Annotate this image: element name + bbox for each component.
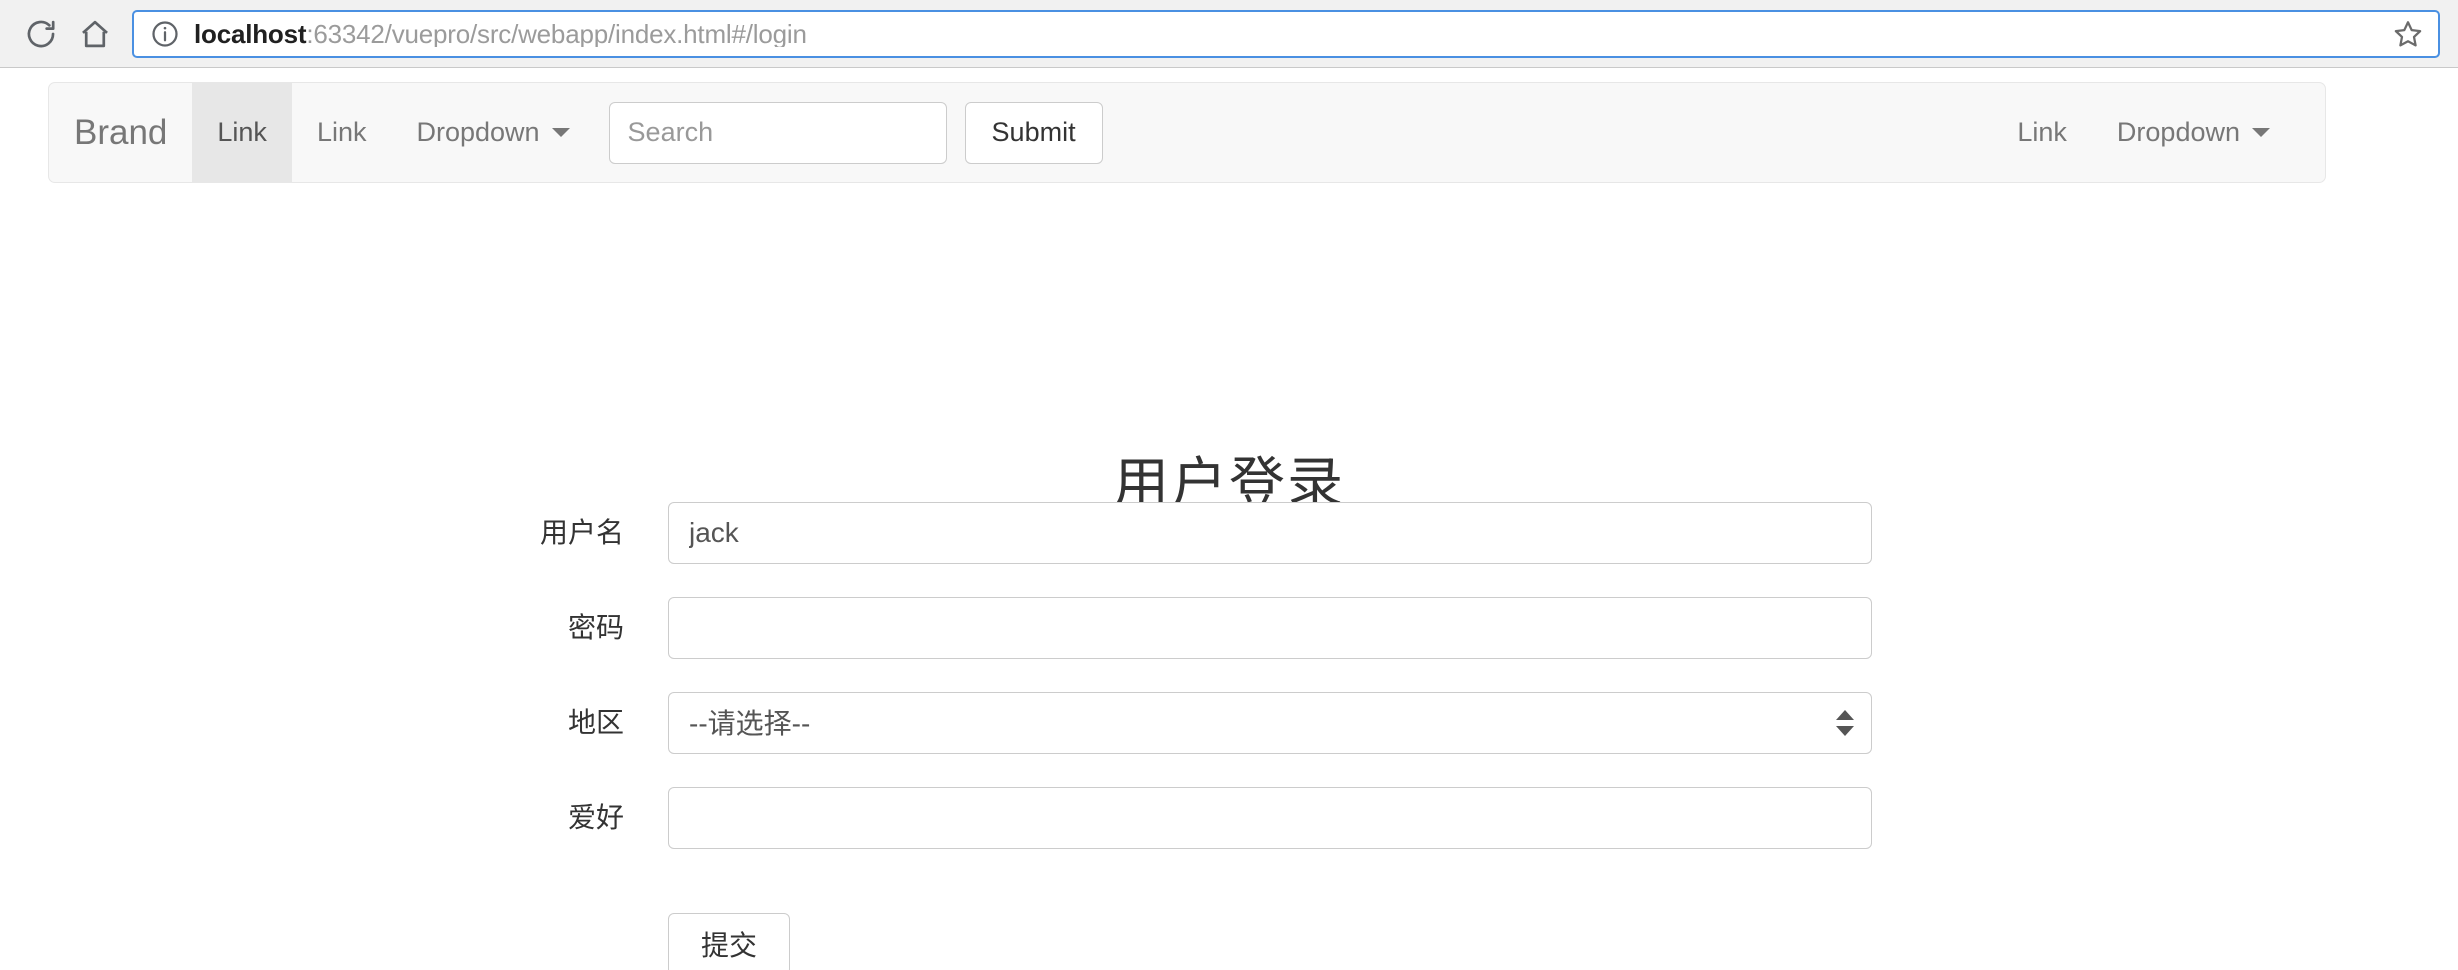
search-submit-button[interactable]: Submit — [964, 101, 1103, 164]
username-label: 用户名 — [539, 517, 624, 548]
form-actions: 提交 — [0, 913, 2458, 970]
hobby-label: 爱好 — [567, 802, 624, 833]
navbar-search-form: Submit — [608, 101, 1103, 164]
form-row-hobby: 爱好 — [0, 787, 2458, 849]
password-input[interactable] — [668, 597, 1872, 659]
region-select[interactable]: --请选择-- — [668, 692, 1872, 754]
region-select-wrapper: --请选择-- — [668, 692, 1872, 754]
form-row-username: 用户名 — [0, 502, 2458, 564]
search-input[interactable] — [608, 101, 947, 164]
chevron-down-icon — [2252, 128, 2270, 137]
password-label: 密码 — [567, 612, 624, 643]
navbar-item-link-right[interactable]: Link — [1992, 83, 2092, 182]
login-form: 用户名 密码 地区 --请选择-- 爱好 提 — [0, 502, 2458, 970]
reload-button[interactable] — [14, 7, 68, 61]
navbar-item-link-1[interactable]: Link — [192, 83, 292, 182]
navbar-brand[interactable]: Brand — [49, 83, 192, 182]
form-row-region: 地区 --请选择-- — [0, 692, 2458, 754]
navbar-item-link-2[interactable]: Link — [292, 83, 392, 182]
page-viewport: Brand Link Link Dropdown Submit Link — [0, 68, 2458, 970]
browser-toolbar: localhost:63342/vuepro/src/webapp/index.… — [0, 0, 2458, 68]
url-path: :63342/vuepro/src/webapp/index.html#/log… — [306, 20, 807, 47]
home-icon — [78, 17, 112, 51]
url-host: localhost — [194, 20, 307, 47]
submit-button[interactable]: 提交 — [668, 913, 791, 970]
navbar-item-label: Dropdown — [2116, 117, 2240, 147]
navbar-item-dropdown-left[interactable]: Dropdown — [391, 83, 594, 182]
reload-icon — [24, 17, 58, 51]
navbar-item-label: Dropdown — [416, 117, 540, 147]
info-icon[interactable] — [150, 19, 180, 49]
navbar-item-label: Link — [2017, 117, 2067, 147]
form-actions-spacer — [0, 913, 668, 970]
navbar-item-label: Link — [217, 117, 267, 147]
url-text: localhost:63342/vuepro/src/webapp/index.… — [194, 21, 2382, 47]
region-label: 地区 — [567, 707, 624, 738]
hobby-input[interactable] — [668, 787, 1872, 849]
home-button[interactable] — [68, 7, 122, 61]
navbar-brand-label: Brand — [74, 112, 168, 152]
navbar-item-dropdown-right[interactable]: Dropdown — [2092, 83, 2295, 182]
navbar: Brand Link Link Dropdown Submit Link — [48, 82, 2326, 183]
form-row-password: 密码 — [0, 597, 2458, 659]
chevron-down-icon — [551, 128, 570, 137]
navbar-left-group: Brand Link Link Dropdown Submit — [49, 83, 1103, 182]
username-input[interactable] — [668, 502, 1872, 564]
address-bar[interactable]: localhost:63342/vuepro/src/webapp/index.… — [132, 9, 2440, 58]
navbar-right-group: Link Dropdown — [1992, 83, 2325, 182]
navbar-item-label: Link — [316, 117, 367, 147]
star-icon[interactable] — [2392, 18, 2424, 50]
